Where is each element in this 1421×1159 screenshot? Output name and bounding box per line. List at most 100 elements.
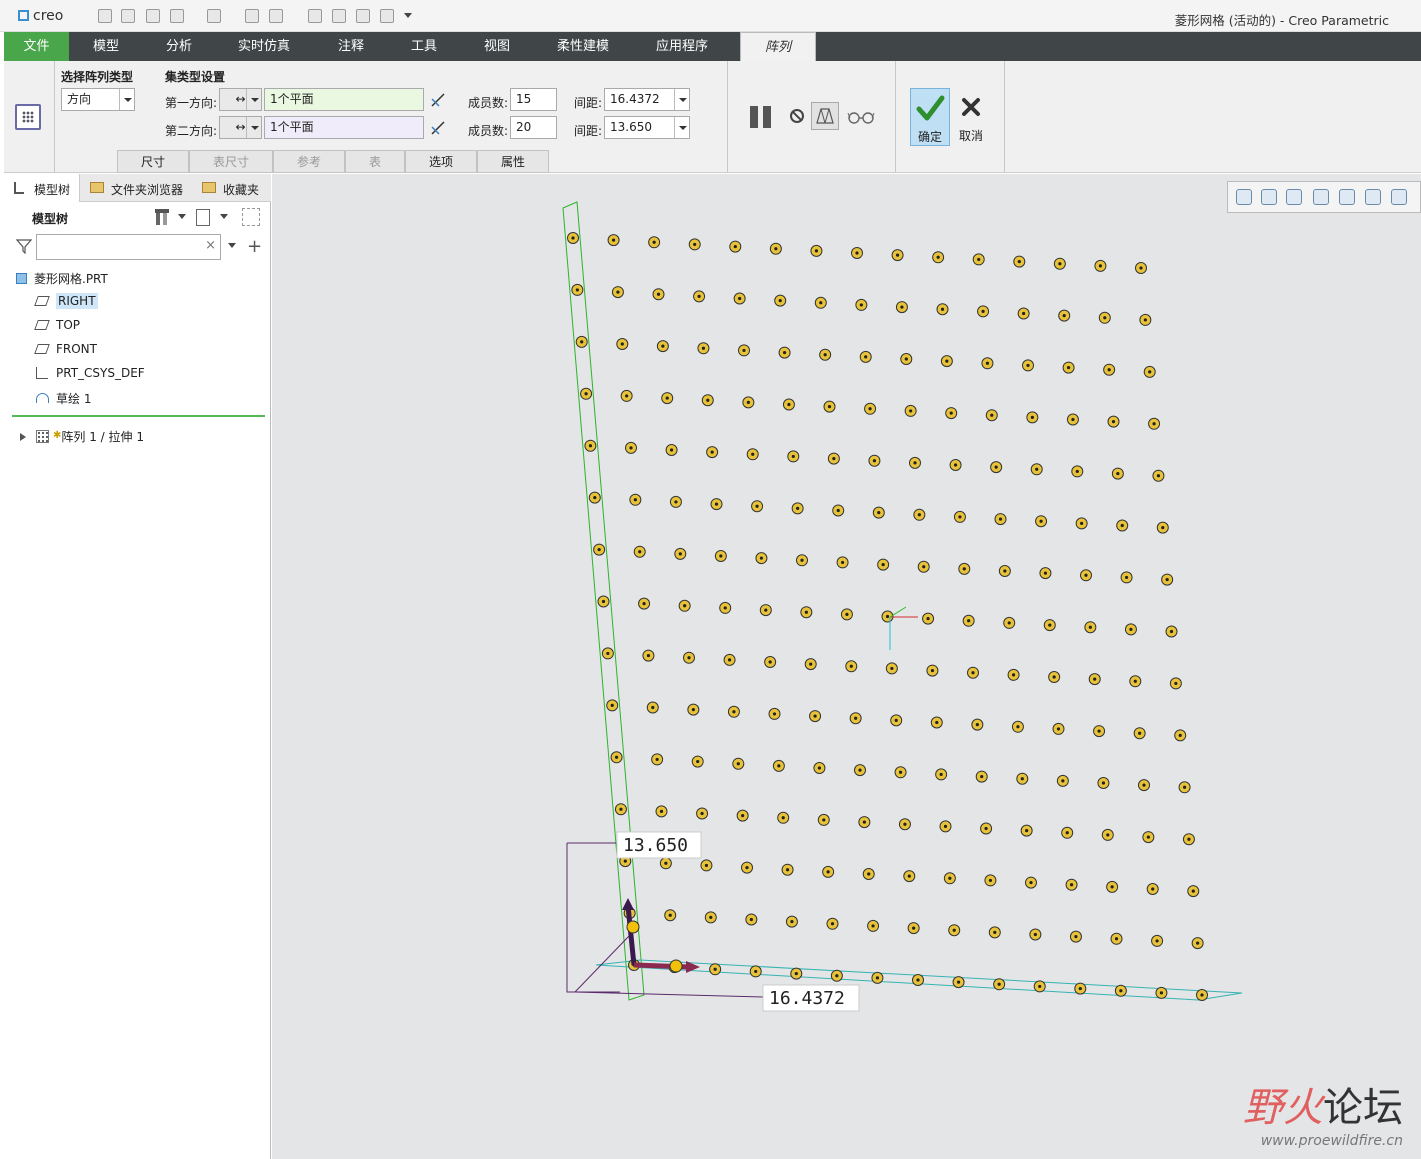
pause-icon[interactable] [749, 106, 773, 128]
open-file-icon[interactable] [121, 9, 135, 23]
tree-item-front[interactable]: FRONT [34, 342, 97, 356]
watermark: 野火论坛 www.proewildfire.cn [1243, 1085, 1403, 1149]
dir2-spacing-input[interactable]: 13.650 [604, 116, 690, 139]
geometry-preview-icon[interactable] [811, 102, 839, 130]
tab-favorites[interactable]: 收藏夹 [198, 174, 268, 202]
customize-toolbar-chevron-icon[interactable] [404, 13, 412, 22]
pattern-member-center [945, 359, 949, 363]
pattern-member-center [867, 872, 871, 876]
chevron-down-icon[interactable] [228, 243, 236, 252]
windows-icon[interactable] [269, 9, 283, 23]
chevron-down-icon[interactable] [220, 214, 228, 223]
pattern-member-center [936, 255, 940, 259]
pattern-member-center [1110, 885, 1114, 889]
pattern-member-center [723, 606, 727, 610]
pattern-member-center [832, 456, 836, 461]
subtab-table-dimensions[interactable]: 表尺寸 [189, 150, 273, 173]
datum-display-icon[interactable] [380, 9, 394, 23]
tree-search-input[interactable]: × [36, 234, 221, 260]
pattern-member-center [659, 809, 664, 813]
tree-item-right[interactable]: RIGHT [34, 293, 98, 309]
tab-applications[interactable]: 应用程序 [642, 32, 722, 61]
ok-button[interactable]: 确定 [910, 88, 950, 146]
tab-file[interactable]: 文件 [4, 32, 69, 61]
dir1-type-select[interactable]: ↔ [219, 88, 262, 111]
pattern-member-center [1062, 314, 1066, 318]
pattern-member-center [830, 922, 835, 926]
tab-folder-browser[interactable]: 文件夹浏览器 [84, 174, 196, 202]
dir1-spacing-input[interactable]: 16.4372 [604, 88, 690, 111]
regenerate-icon[interactable] [245, 9, 259, 23]
tab-flexible-modeling[interactable]: 柔性建模 [542, 32, 624, 61]
pattern-member-center [741, 814, 745, 818]
insert-here-indicator[interactable] [12, 415, 265, 417]
model-viewport[interactable]: 13.650 16.4372 [272, 174, 1421, 1159]
subtab-properties[interactable]: 属性 [477, 150, 549, 173]
tab-tools[interactable]: 工具 [396, 32, 452, 61]
cancel-button[interactable]: 取消 [952, 88, 992, 146]
pattern-member-center [687, 656, 691, 660]
appearance-icon[interactable] [332, 9, 346, 23]
tab-analysis[interactable]: 分析 [149, 32, 209, 61]
subtab-references[interactable]: 参考 [273, 150, 345, 173]
no-preview-icon[interactable] [790, 109, 804, 123]
pattern-type-select[interactable]: 方向 [61, 88, 135, 111]
pattern-member-center [1143, 318, 1147, 322]
close-window-icon[interactable] [308, 9, 322, 23]
undo-icon[interactable] [170, 9, 184, 23]
pattern-member-center [913, 461, 917, 465]
tab-model[interactable]: 模型 [74, 32, 138, 61]
tree-filter-settings-icon[interactable] [242, 208, 260, 226]
csys-y-axis [889, 606, 907, 618]
tab-live-simulation[interactable]: 实时仿真 [226, 32, 302, 61]
dir1-members-input[interactable]: 15 [510, 88, 557, 111]
subtab-table[interactable]: 表 [345, 150, 405, 173]
tree-item-top[interactable]: TOP [34, 318, 80, 332]
tree-item-pattern[interactable]: ✱阵列 1 / 拉伸 1 [20, 428, 144, 445]
chevron-down-icon[interactable] [178, 214, 186, 223]
dir2-reference-collector[interactable]: 1个平面 [264, 116, 424, 139]
tab-view[interactable]: 视图 [470, 32, 524, 61]
pattern-member-center [614, 755, 619, 759]
tree-item-csys[interactable]: PRT_CSYS_DEF [36, 366, 145, 380]
flip-direction1-icon[interactable] [430, 92, 446, 108]
show-options-icon[interactable] [196, 209, 210, 226]
pattern-member-center [1174, 681, 1178, 686]
pattern-member-center [1148, 370, 1152, 374]
dir2-members-input[interactable]: 20 [510, 116, 557, 139]
verify-glasses-icon[interactable] [847, 109, 875, 125]
subtab-dimensions[interactable]: 尺寸 [117, 150, 189, 173]
tab-pattern[interactable]: 阵列 [740, 32, 816, 61]
dir1-reference-collector[interactable]: 1个平面 [264, 88, 424, 111]
pattern-member-center [1097, 729, 1101, 733]
settings-tools-icon[interactable] [154, 207, 172, 227]
dir2-type-select[interactable]: ↔ [219, 116, 262, 139]
model-display-icon[interactable] [356, 9, 370, 23]
pattern-member-center [868, 407, 872, 411]
flip-direction2-icon[interactable] [430, 120, 446, 136]
pattern-member-center [890, 666, 894, 671]
pattern-member-center [1114, 937, 1119, 941]
pattern-member-center [772, 712, 777, 716]
graphics-window[interactable]: 13.650 16.4372 [272, 174, 1421, 1159]
subtab-options[interactable]: 选项 [405, 150, 477, 173]
pattern-member-center [794, 971, 798, 976]
pattern-member-center [826, 870, 830, 874]
chevron-down-icon [674, 117, 689, 138]
tab-annotate[interactable]: 注释 [322, 32, 380, 61]
add-filter-icon[interactable]: + [247, 236, 262, 257]
tree-item-part[interactable]: 菱形网格.PRT [16, 270, 108, 287]
tab-model-tree[interactable]: 模型树 [4, 174, 80, 202]
pattern-member-center [1159, 991, 1164, 995]
pattern-member-center [894, 718, 898, 722]
redo-icon[interactable] [207, 9, 221, 23]
pattern-member-center [1033, 932, 1037, 937]
clear-icon[interactable]: × [205, 238, 216, 253]
pattern-member-center [1011, 673, 1016, 677]
save-icon[interactable] [146, 9, 160, 23]
expand-arrow-icon[interactable] [20, 433, 30, 441]
pattern-member-center [584, 392, 588, 396]
separator [727, 61, 728, 173]
new-file-icon[interactable] [98, 9, 112, 23]
tree-item-sketch[interactable]: 草绘 1 [36, 390, 91, 407]
